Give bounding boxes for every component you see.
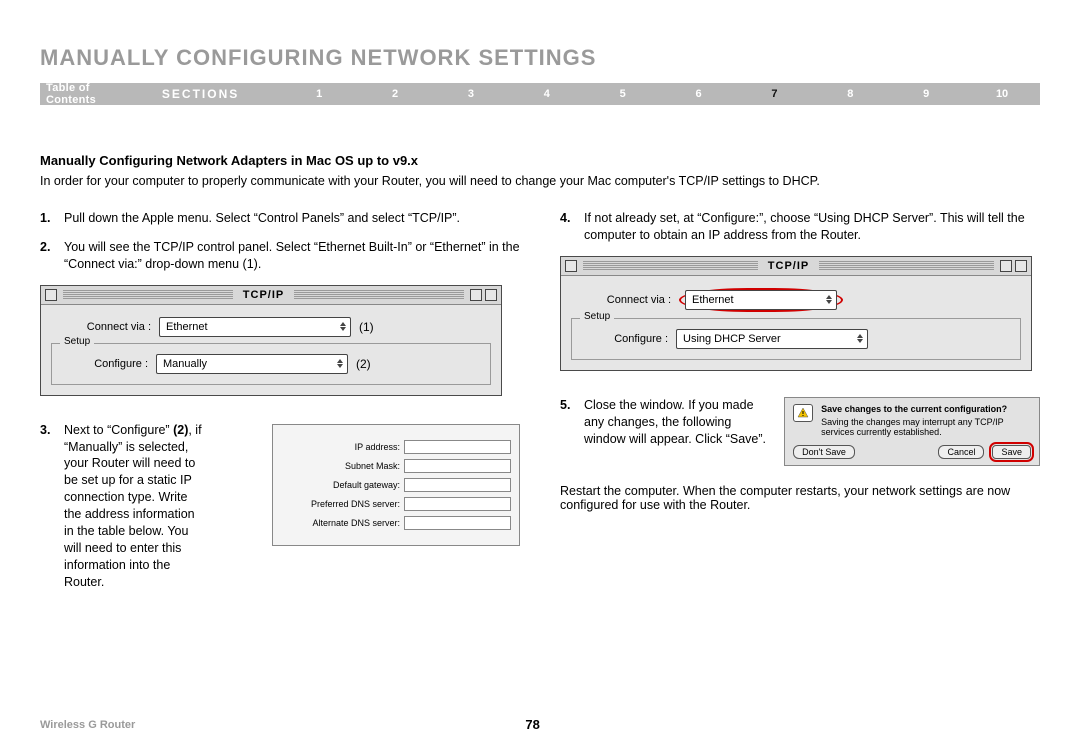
- intro-text: In order for your computer to properly c…: [40, 174, 1040, 188]
- page-number: 78: [135, 717, 930, 732]
- section-9[interactable]: 9: [888, 88, 964, 100]
- section-1[interactable]: 1: [281, 88, 357, 100]
- tcpip-window-dhcp: TCP/IP Connect via : Ethernet: [560, 256, 1032, 371]
- subnet-mask-field[interactable]: [404, 459, 511, 473]
- step-5: 5. Close the window. If you made any cha…: [560, 397, 768, 448]
- dont-save-button[interactable]: Don't Save: [793, 445, 855, 459]
- subnet-mask-label: Subnet Mask:: [281, 461, 404, 471]
- alternate-dns-field[interactable]: [404, 516, 511, 530]
- section-2[interactable]: 2: [357, 88, 433, 100]
- dialog-info: Saving the changes may interrupt any TCP…: [821, 417, 1031, 437]
- window-titlebar: TCP/IP: [561, 257, 1031, 276]
- window-close-box[interactable]: [45, 289, 57, 301]
- window-collapse-box[interactable]: [485, 289, 497, 301]
- preferred-dns-label: Preferred DNS server:: [281, 499, 404, 509]
- right-column: 4. If not already set, at “Configure:”, …: [560, 210, 1040, 602]
- sections-label: SECTIONS: [162, 87, 239, 101]
- setup-legend: Setup: [580, 311, 614, 322]
- section-4[interactable]: 4: [509, 88, 585, 100]
- page-footer: Wireless G Router 78: [40, 717, 1040, 732]
- titlebar-stripes: [583, 261, 758, 271]
- step-3: 3. Next to “Configure” (2), if “Manually…: [40, 422, 202, 591]
- connect-via-dropdown[interactable]: Ethernet: [159, 317, 351, 337]
- section-10[interactable]: 10: [964, 88, 1040, 100]
- titlebar-stripes: [63, 290, 233, 300]
- page-title: MANUALLY CONFIGURING NETWORK SETTINGS: [40, 0, 1040, 83]
- section-5[interactable]: 5: [585, 88, 661, 100]
- annotation-2: (2): [356, 357, 371, 371]
- step-text: Next to “Configure” (2), if “Manually” i…: [64, 422, 202, 591]
- step-number: 2.: [40, 239, 64, 273]
- window-titlebar: TCP/IP: [41, 286, 501, 305]
- step-text: Close the window. If you made any change…: [584, 397, 768, 448]
- step3-a: Next to “Configure”: [64, 423, 173, 437]
- default-gateway-field[interactable]: [404, 478, 511, 492]
- step-number: 3.: [40, 422, 64, 591]
- step-4: 4. If not already set, at “Configure:”, …: [560, 210, 1040, 244]
- window-zoom-box[interactable]: [1000, 260, 1012, 272]
- window-close-box[interactable]: [565, 260, 577, 272]
- default-gateway-label: Default gateway:: [281, 480, 404, 490]
- content-columns: 1. Pull down the Apple menu. Select “Con…: [40, 210, 1040, 602]
- manual-page: MANUALLY CONFIGURING NETWORK SETTINGS Ta…: [0, 0, 1080, 756]
- ip-address-field[interactable]: [404, 440, 511, 454]
- subheading: Manually Configuring Network Adapters in…: [40, 153, 1040, 168]
- step-1: 1. Pull down the Apple menu. Select “Con…: [40, 210, 520, 227]
- preferred-dns-field[interactable]: [404, 497, 511, 511]
- connect-via-label: Connect via :: [51, 321, 159, 333]
- left-column: 1. Pull down the Apple menu. Select “Con…: [40, 210, 520, 602]
- step-text: If not already set, at “Configure:”, cho…: [584, 210, 1040, 244]
- dropdown-arrows-icon: [337, 359, 343, 368]
- highlight-oval: Ethernet: [679, 288, 843, 312]
- setup-legend: Setup: [60, 336, 94, 347]
- window-zoom-box[interactable]: [470, 289, 482, 301]
- ip-settings-table: IP address: Subnet Mask: Default gateway…: [272, 424, 520, 546]
- step3-b: (2): [173, 423, 188, 437]
- window-collapse-box[interactable]: [1015, 260, 1027, 272]
- step-number: 5.: [560, 397, 584, 448]
- sections-nav: Table of Contents SECTIONS 1 2 3 4 5 6 7…: [40, 83, 1040, 105]
- window-title: TCP/IP: [239, 289, 288, 301]
- alternate-dns-label: Alternate DNS server:: [281, 518, 404, 528]
- configure-value: Manually: [163, 358, 207, 370]
- titlebar-stripes: [819, 261, 994, 271]
- section-3[interactable]: 3: [433, 88, 509, 100]
- connect-via-value: Ethernet: [166, 321, 208, 333]
- section-7-active[interactable]: 7: [737, 88, 813, 100]
- step-text: Pull down the Apple menu. Select “Contro…: [64, 210, 520, 227]
- configure-dropdown[interactable]: Manually: [156, 354, 348, 374]
- dropdown-arrows-icon: [857, 334, 863, 343]
- dialog-question: Save changes to the current configuratio…: [821, 404, 1031, 414]
- product-name: Wireless G Router: [40, 719, 135, 731]
- configure-label: Configure :: [62, 358, 156, 370]
- tcpip-window-manual: TCP/IP Connect via : Ethernet (1): [40, 285, 502, 396]
- dropdown-arrows-icon: [340, 322, 346, 331]
- toc-link[interactable]: Table of Contents: [46, 82, 136, 106]
- configure-label: Configure :: [582, 333, 676, 345]
- configure-value: Using DHCP Server: [683, 333, 781, 345]
- save-changes-dialog: Save changes to the current configuratio…: [784, 397, 1040, 466]
- step-number: 4.: [560, 210, 584, 244]
- connect-via-label: Connect via :: [571, 294, 679, 306]
- dropdown-arrows-icon: [826, 295, 832, 304]
- restart-text: Restart the computer. When the computer …: [560, 484, 1040, 512]
- warning-icon: [793, 404, 813, 422]
- connect-via-value: Ethernet: [692, 294, 734, 306]
- cancel-button[interactable]: Cancel: [938, 445, 984, 459]
- save-button[interactable]: Save: [992, 445, 1031, 459]
- configure-dropdown[interactable]: Using DHCP Server: [676, 329, 868, 349]
- window-title: TCP/IP: [764, 260, 813, 272]
- ip-address-label: IP address:: [281, 442, 404, 452]
- annotation-1: (1): [359, 320, 374, 334]
- step3-c: , if “Manually” is selected, your Router…: [64, 423, 202, 589]
- titlebar-stripes: [294, 290, 464, 300]
- section-8[interactable]: 8: [812, 88, 888, 100]
- section-6[interactable]: 6: [661, 88, 737, 100]
- step-number: 1.: [40, 210, 64, 227]
- step-2: 2. You will see the TCP/IP control panel…: [40, 239, 520, 273]
- connect-via-dropdown[interactable]: Ethernet: [685, 290, 837, 310]
- step-text: You will see the TCP/IP control panel. S…: [64, 239, 520, 273]
